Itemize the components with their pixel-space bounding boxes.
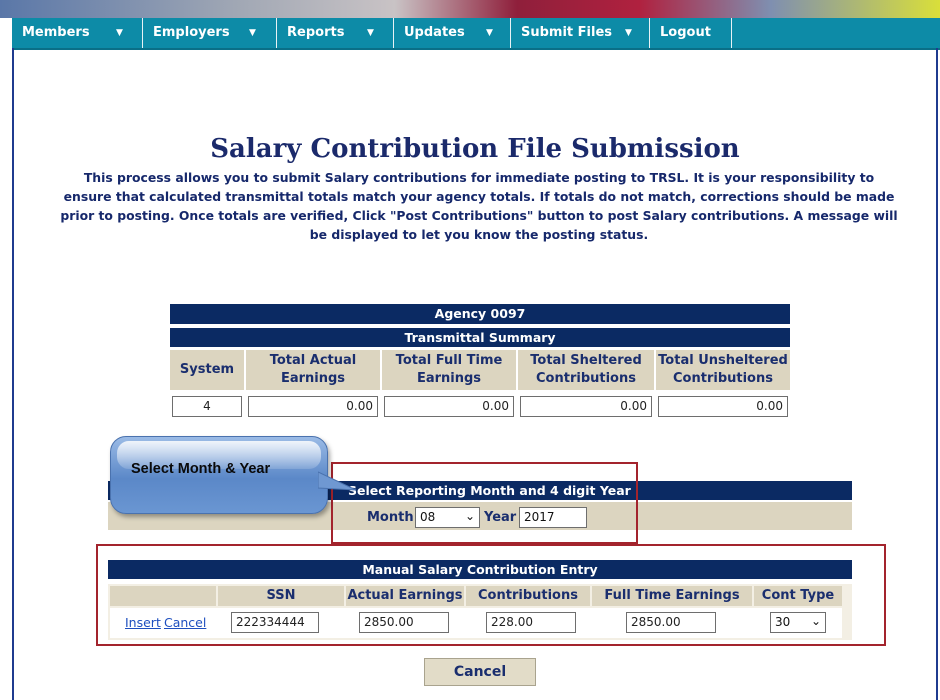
col-header-actions bbox=[110, 586, 216, 606]
total-full-time-earnings-value: 0.00 bbox=[384, 396, 514, 417]
table-row bbox=[110, 608, 842, 638]
col-header-total-full-time-earnings: Total Full Time Earnings bbox=[382, 350, 516, 390]
cancel-button[interactable]: Cancel bbox=[424, 658, 536, 686]
cancel-link[interactable]: Cancel bbox=[164, 615, 206, 630]
chevron-down-icon: ▼ bbox=[625, 28, 632, 38]
total-unsheltered-contributions-value: 0.00 bbox=[658, 396, 788, 417]
cont-type-select-value: 30 bbox=[775, 615, 791, 629]
period-highlight-box bbox=[331, 462, 638, 544]
actual-earnings-input[interactable]: 2850.00 bbox=[359, 612, 449, 633]
select-month-year-callout: Select Month & Year bbox=[110, 436, 328, 514]
col-header-actual-earnings: Actual Earnings bbox=[346, 586, 464, 606]
manual-entry-header: Manual Salary Contribution Entry bbox=[108, 560, 852, 579]
page-description: This process allows you to submit Salary… bbox=[60, 170, 898, 242]
col-header-full-time-earnings: Full Time Earnings bbox=[592, 586, 752, 606]
nav-reports-label: Reports bbox=[287, 25, 345, 40]
nav-reports[interactable]: Reports ▼ bbox=[277, 18, 394, 48]
page-title: Salary Contribution File Submission bbox=[210, 134, 740, 164]
top-banner-strip bbox=[0, 0, 940, 18]
nav-members[interactable]: Members ▼ bbox=[12, 18, 143, 48]
nav-submit-files-label: Submit Files bbox=[521, 25, 613, 40]
main-nav-bar: Members ▼ Employers ▼ Reports ▼ Updates … bbox=[12, 18, 940, 50]
chevron-down-icon: ⌄ bbox=[810, 614, 821, 628]
chevron-down-icon: ▼ bbox=[116, 28, 123, 38]
col-header-contributions: Contributions bbox=[466, 586, 590, 606]
transmittal-summary-header: Transmittal Summary bbox=[170, 328, 790, 347]
cont-type-select[interactable]: 30 ⌄ bbox=[770, 612, 826, 633]
chevron-down-icon: ▼ bbox=[367, 28, 374, 38]
insert-link[interactable]: Insert bbox=[125, 615, 161, 630]
col-header-total-unsheltered-contributions: Total Unsheltered Contributions bbox=[656, 350, 790, 390]
nav-submit-files[interactable]: Submit Files ▼ bbox=[511, 18, 650, 48]
page-frame-right bbox=[936, 48, 938, 700]
col-header-ssn: SSN bbox=[218, 586, 344, 606]
callout-pointer bbox=[318, 471, 357, 491]
nav-logout-label: Logout bbox=[660, 25, 711, 40]
nav-updates-label: Updates bbox=[404, 25, 465, 40]
nav-employers[interactable]: Employers ▼ bbox=[143, 18, 277, 48]
chevron-down-icon: ▼ bbox=[486, 28, 493, 38]
contributions-input[interactable]: 228.00 bbox=[486, 612, 576, 633]
nav-updates[interactable]: Updates ▼ bbox=[394, 18, 511, 48]
chevron-down-icon: ▼ bbox=[249, 28, 256, 38]
nav-employers-label: Employers bbox=[153, 25, 230, 40]
callout-text: Select Month & Year bbox=[131, 461, 271, 477]
col-header-total-sheltered-contributions: Total Sheltered Contributions bbox=[518, 350, 654, 390]
nav-members-label: Members bbox=[22, 25, 90, 40]
col-header-total-actual-earnings: Total Actual Earnings bbox=[246, 350, 380, 390]
total-sheltered-contributions-value: 0.00 bbox=[520, 396, 652, 417]
agency-header: Agency 0097 bbox=[170, 304, 790, 324]
col-header-cont-type: Cont Type bbox=[754, 586, 842, 606]
ssn-input[interactable]: 222334444 bbox=[231, 612, 319, 633]
system-value: 4 bbox=[172, 396, 242, 417]
full-time-earnings-input[interactable]: 2850.00 bbox=[626, 612, 716, 633]
col-header-system: System bbox=[170, 350, 244, 390]
nav-logout[interactable]: Logout bbox=[650, 18, 732, 48]
total-actual-earnings-value: 0.00 bbox=[248, 396, 378, 417]
